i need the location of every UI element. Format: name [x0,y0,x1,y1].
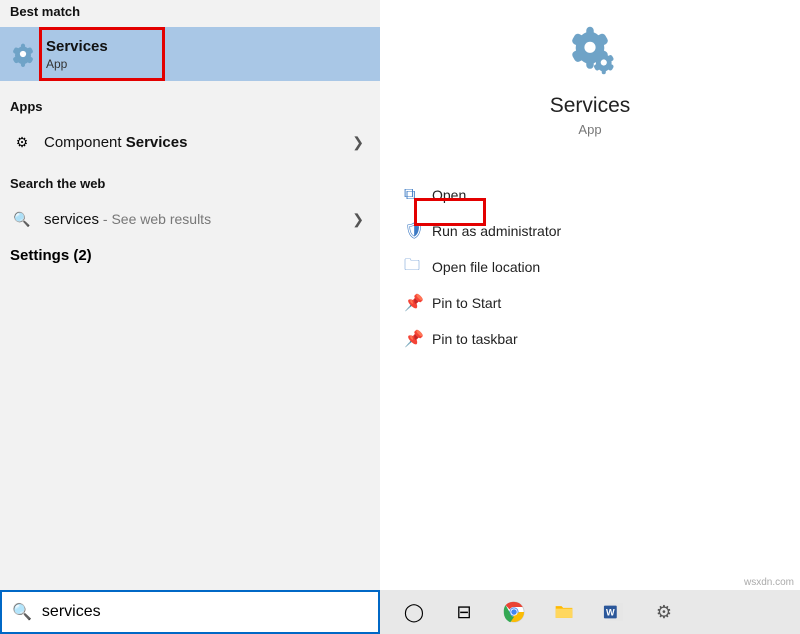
taskbar: 🔍 ◯ ⊟ W ⚙ [0,590,800,634]
word-icon[interactable]: W [602,600,626,624]
search-results-panel: Best match Services App Apps ⚙ Component… [0,0,380,590]
task-view-icon[interactable]: ⊟ [452,600,476,624]
watermark: wsxdn.com [744,577,794,588]
detail-subtitle: App [380,122,800,137]
action-pin-to-start[interactable]: 📌 Pin to Start [380,285,800,321]
action-label: Pin to Start [432,295,501,311]
apps-header: Apps [0,95,380,122]
settings-gear-icon[interactable]: ⚙ [652,600,676,624]
action-run-as-administrator[interactable]: 🛡 Run as administrator [380,213,800,249]
services-gear-icon-large [562,24,618,80]
web-result-label: services - See web results [44,211,352,228]
component-services-icon: ⚙ [10,134,34,151]
best-match-header: Best match [0,0,380,27]
action-label: Pin to taskbar [432,331,518,347]
taskbar-search-box[interactable]: 🔍 [0,590,380,634]
folder-icon: 🗀 [404,254,432,281]
pin-taskbar-icon: 📌 [404,329,432,349]
action-open[interactable]: ⧉ Open [380,177,800,213]
search-input[interactable] [42,603,368,621]
pin-start-icon: 📌 [404,293,432,313]
chrome-icon[interactable] [502,600,526,624]
detail-title: Services [380,94,800,118]
action-label: Run as administrator [432,223,561,239]
taskbar-icons: ◯ ⊟ W ⚙ [380,600,676,624]
open-icon: ⧉ [404,186,432,204]
svg-text:W: W [606,608,615,618]
chevron-right-icon: ❯ [352,211,364,228]
app-result-component-services[interactable]: ⚙ Component Services ❯ [0,122,380,162]
app-hero-icon-wrap [380,24,800,80]
best-match-result[interactable]: Services App [0,27,380,81]
cortana-icon[interactable]: ◯ [402,600,426,624]
best-match-subtitle: App [46,57,108,71]
app-result-label: Component Services [44,134,352,151]
action-pin-to-taskbar[interactable]: 📌 Pin to taskbar [380,321,800,357]
settings-header[interactable]: Settings (2) [0,239,380,272]
web-header: Search the web [0,172,380,199]
action-label: Open [432,187,466,203]
file-explorer-icon[interactable] [552,600,576,624]
action-open-file-location[interactable]: 🗀 Open file location [380,249,800,285]
actions-list: ⧉ Open 🛡 Run as administrator 🗀 Open fil… [380,177,800,357]
best-match-title: Services [46,38,108,55]
details-panel: Services App ⧉ Open 🛡 Run as administrat… [380,0,800,590]
action-label: Open file location [432,259,540,275]
chevron-right-icon: ❯ [352,134,364,151]
search-icon: 🔍 [10,211,34,228]
services-gear-icon [10,41,36,67]
web-result-services[interactable]: 🔍 services - See web results ❯ [0,199,380,239]
best-match-text: Services App [46,38,108,71]
search-icon: 🔍 [12,602,32,622]
admin-icon: 🛡 [404,221,432,241]
